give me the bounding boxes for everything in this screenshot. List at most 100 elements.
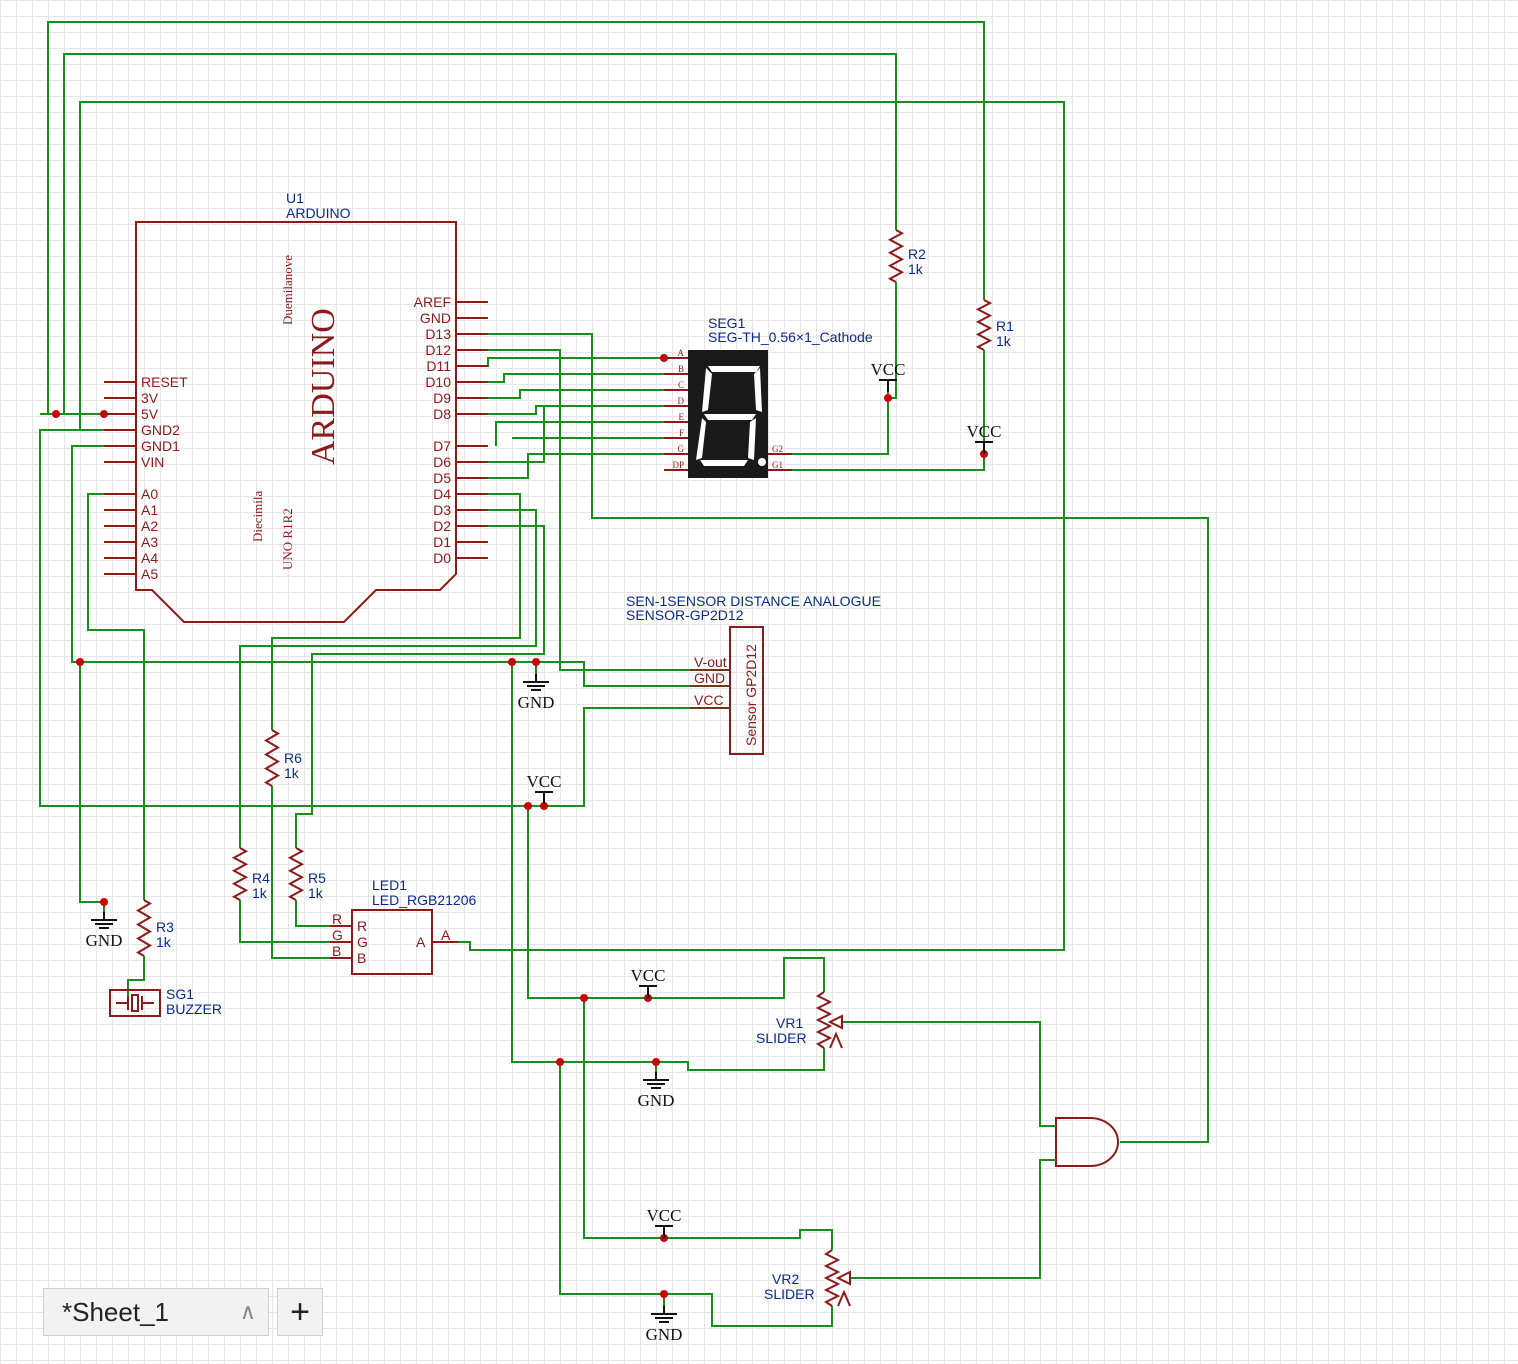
arduino-pin-gnd2: GND2	[141, 422, 180, 438]
seg-pin-g: G	[678, 444, 685, 454]
r3-ref: R3	[156, 919, 174, 935]
gnd-label-vr1: GND	[638, 1091, 675, 1110]
resistor-r6	[264, 729, 280, 787]
arduino-pin-d7: D7	[433, 438, 451, 454]
r1-ref: R1	[996, 318, 1014, 334]
board-label-uno: UNO R1R2	[280, 508, 295, 570]
schematic-canvas[interactable]: U1 ARDUINO ARDUINO Duemilanove Diecimila…	[0, 0, 1518, 1364]
arduino-pin-a0: A0	[141, 486, 158, 502]
resistor-r1	[975, 299, 993, 351]
arduino-pin-a1: A1	[141, 502, 158, 518]
vcc-label-r2: VCC	[871, 360, 906, 379]
resistor-r5	[287, 847, 305, 901]
arduino-pin-d4: D4	[433, 486, 451, 502]
arduino-pin-a3: A3	[141, 534, 158, 550]
arduino-pin-gnd1: GND1	[141, 438, 180, 454]
vr1-resistor	[815, 991, 833, 1049]
add-sheet-button[interactable]: +	[277, 1288, 323, 1336]
buzzer-name: BUZZER	[166, 1001, 222, 1017]
sensor-pins: V-outGND VCC	[690, 654, 730, 709]
seg-pin-e: E	[679, 412, 685, 422]
seg-pin-f: F	[679, 428, 684, 438]
r5-ref: R5	[308, 870, 326, 886]
arduino-pin-d1: D1	[433, 534, 451, 550]
vr1-name: SLIDER	[756, 1030, 807, 1046]
arduino-pin-d11: D11	[426, 358, 451, 374]
r6-ref: R6	[284, 750, 302, 766]
buzzer-symbol	[116, 994, 154, 1012]
r5-val: 1k	[308, 885, 324, 901]
sheet-tab[interactable]: *Sheet_1 ∧	[43, 1288, 269, 1336]
and-gate-body	[1055, 1117, 1119, 1167]
arduino-pin-d5: D5	[433, 470, 451, 486]
arduino-pin-3v: 3V	[141, 390, 159, 406]
arduino-body	[135, 221, 457, 623]
rgb-led[interactable]: LED1 LED_RGB21206 R RG GB B AA	[330, 877, 477, 975]
slider-vr1[interactable]: VR1 SLIDER	[756, 991, 843, 1049]
sensor-model: SENSOR-GP2D12	[626, 607, 744, 623]
r6-val: 1k	[284, 765, 300, 781]
seg-right-pins: G2 G1	[768, 444, 792, 471]
arduino-pin-reset: RESET	[141, 374, 188, 390]
r1-val: 1k	[996, 333, 1012, 349]
led-name: LED_RGB21206	[372, 892, 477, 908]
arduino-ref: U1	[286, 190, 304, 206]
vcc-label-vr1: VCC	[631, 966, 666, 985]
seg-pin-d: D	[678, 396, 685, 406]
arduino-pin-d2: D2	[433, 518, 451, 534]
led-pin-r: R	[332, 911, 342, 927]
r2-ref: R2	[908, 246, 926, 262]
r2-val: 1k	[908, 261, 924, 277]
seg-pin-g1: G1	[772, 460, 783, 470]
vcc-label-center: VCC	[527, 772, 562, 791]
led-pin-a: A	[441, 927, 451, 943]
distance-sensor[interactable]: SEN-1SENSOR DISTANCE ANALOGUE SENSOR-GP2…	[626, 593, 881, 755]
vr1-ref: VR1	[776, 1015, 803, 1031]
sensor-pin-v-out: V-out	[694, 654, 727, 670]
led-inner-r: R	[357, 918, 367, 934]
led-pin-b: B	[332, 943, 341, 959]
r4-val: 1k	[252, 885, 268, 901]
arduino-name: ARDUINO	[286, 205, 351, 221]
arduino-pin-d12: D12	[425, 342, 451, 358]
sheet-tab-label: *Sheet_1	[62, 1296, 169, 1327]
board-label-diecimila: Diecimila	[250, 491, 265, 542]
arduino-pin-a2: A2	[141, 518, 158, 534]
led-pin-g: G	[332, 927, 343, 943]
arduino-pin-d13: D13	[425, 326, 451, 342]
r4-ref: R4	[252, 870, 270, 886]
board-label-duemilanove: Duemilanove	[280, 255, 295, 325]
resistor-r2	[887, 229, 905, 283]
buzzer-ref: SG1	[166, 986, 194, 1002]
arduino-logo: ARDUINO	[305, 308, 342, 465]
arduino-u1[interactable]: U1 ARDUINO ARDUINO Duemilanove Diecimila…	[104, 190, 488, 623]
seg-pin-g2: G2	[772, 444, 783, 454]
seg-pin-b: B	[678, 364, 684, 374]
chevron-up-icon[interactable]: ∧	[240, 1299, 256, 1325]
arduino-pin-d0: D0	[433, 550, 451, 566]
arduino-pin-d9: D9	[433, 390, 451, 406]
seg-name: SEG-TH_0.56×1_Cathode	[708, 329, 873, 345]
led-ref: LED1	[372, 877, 407, 893]
sensor-body-label: Sensor GP2D12	[743, 644, 759, 746]
seg-pin-dp: DP	[672, 460, 684, 470]
arduino-pin-d6: D6	[433, 454, 451, 470]
buzzer-sg1[interactable]: SG1 BUZZER	[109, 986, 222, 1017]
arduino-pin-5v: 5V	[141, 406, 159, 422]
arduino-pin-a5: A5	[141, 566, 158, 582]
vr1-arrow-icon	[829, 1031, 843, 1049]
gnd-label-sensor: GND	[518, 693, 555, 712]
wires	[39, 21, 1209, 1327]
power-symbols: VCC VCC VCC VCC VCC GND GND GND GND	[86, 360, 1002, 1344]
and-gate[interactable]	[1040, 1117, 1119, 1167]
arduino-pin-aref: AREF	[414, 294, 451, 310]
seg-left-pins: ABCDEFG DP	[664, 348, 688, 471]
seg-pin-c: C	[678, 380, 684, 390]
arduino-right-pins: AREFGNDD13D12D11D10D9D8 D7D6D5D4D3D2D1D0	[414, 294, 488, 566]
resistor-labels: R2 1k R1 1k R6 1k R4 1k R5 1k R3 1k	[156, 246, 1014, 950]
vcc-label-r1: VCC	[967, 422, 1002, 441]
arduino-pin-vin: VIN	[141, 454, 164, 470]
arduino-pin-d3: D3	[433, 502, 451, 518]
led-inner-b: B	[357, 950, 366, 966]
arduino-pin-d10: D10	[425, 374, 451, 390]
